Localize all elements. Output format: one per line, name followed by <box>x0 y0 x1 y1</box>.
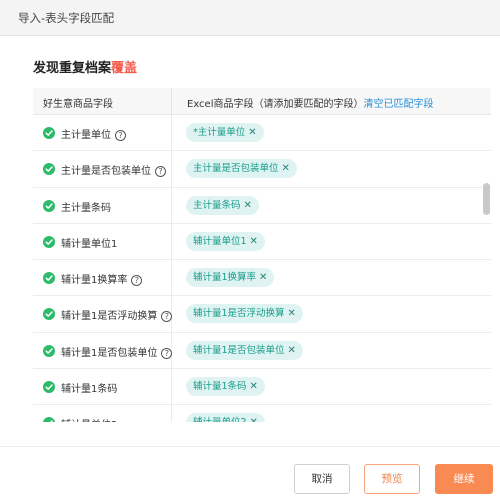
help-icon[interactable]: ? <box>115 130 126 141</box>
field-label: 主计量是否包装单位? <box>61 162 166 178</box>
table-row: 辅计量1是否浮动换算? 辅计量1是否浮动换算 ✕ <box>33 296 491 333</box>
matched-field-tag-text: 辅计量1是否包装单位 <box>193 344 285 356</box>
field-label-text: 辅计量1是否包装单位 <box>61 347 158 359</box>
header-right: Excel商品字段（请添加要匹配的字段）清空已匹配字段 <box>187 95 434 110</box>
matched-field-tag: 辅计量1换算率 ✕ <box>186 268 275 288</box>
heading-highlight: 覆盖 <box>111 61 138 76</box>
dialog-title: 导入-表头字段匹配 <box>18 11 115 25</box>
check-circle-icon <box>43 308 55 321</box>
check-circle-icon <box>43 381 55 394</box>
help-icon[interactable]: ? <box>155 166 166 178</box>
matched-field-tag-text: 辅计量1是否浮动换算 <box>193 308 285 320</box>
close-icon[interactable]: ✕ <box>288 345 296 356</box>
close-icon[interactable]: ✕ <box>250 417 258 422</box>
close-icon[interactable]: ✕ <box>250 236 258 247</box>
field-mapping-table: 好生意商品字段 Excel商品字段（请添加要匹配的字段）清空已匹配字段 主计量单… <box>33 88 491 422</box>
check-circle-icon <box>43 235 55 248</box>
matched-field-tag-text: 主计量是否包装单位 <box>193 163 279 175</box>
column-divider <box>171 223 172 260</box>
matched-field-tag-text: 辅计量单位1 <box>193 235 247 247</box>
field-label-text: 辅计量单位2 <box>61 420 117 422</box>
column-divider <box>171 151 172 187</box>
check-circle-icon <box>43 127 55 139</box>
field-label: 辅计量1是否包装单位? <box>61 344 173 359</box>
help-icon[interactable]: ? <box>161 347 173 359</box>
close-icon[interactable]: ✕ <box>248 127 256 138</box>
matched-field-tag-text: 主计量条码 <box>193 199 241 211</box>
column-divider <box>171 369 172 405</box>
matched-field-tag: 主计量是否包装单位 ✕ <box>186 159 297 179</box>
field-label-text: 主计量单位 <box>61 130 111 141</box>
field-label: 辅计量1条码 <box>61 380 117 395</box>
matched-field-tag: 辅计量单位1 ✕ <box>186 231 265 251</box>
column-divider <box>171 187 172 223</box>
check-circle-icon <box>43 163 55 176</box>
field-label: 辅计量单位2 <box>61 416 117 422</box>
field-label: 主计量条码 <box>61 199 111 214</box>
continue-button[interactable]: 继续 <box>435 464 493 494</box>
dialog-titlebar: 导入-表头字段匹配 <box>0 0 500 36</box>
preview-button[interactable]: 预览 <box>364 464 420 494</box>
header-divider <box>171 88 172 115</box>
check-circle-icon <box>43 272 55 285</box>
matched-field-tag: 辅计量单位2✕ <box>186 413 265 422</box>
cancel-button[interactable]: 取消 <box>294 464 350 494</box>
header-right-label: Excel商品字段（请添加要匹配的字段） <box>187 99 364 110</box>
field-label-text: 主计量条码 <box>61 202 111 214</box>
close-icon[interactable]: ✕ <box>244 200 252 211</box>
heading-text: 发现重复档案 <box>33 61 112 76</box>
close-icon[interactable]: ✕ <box>259 272 267 283</box>
close-icon[interactable]: ✕ <box>282 163 290 174</box>
matched-field-tag: 辅计量1是否包装单位 ✕ <box>186 340 303 360</box>
column-divider <box>171 405 172 422</box>
field-label-text: 辅计量单位1 <box>61 238 118 250</box>
clear-matched-link[interactable]: 清空已匹配字段 <box>364 99 434 110</box>
matched-field-tag-text: 辅计量单位2 <box>193 417 247 422</box>
field-label: 辅计量1换算率? <box>61 271 143 287</box>
field-label-text: 主计量是否包装单位 <box>61 166 151 178</box>
table-row: 辅计量单位2辅计量单位2✕ <box>33 405 491 422</box>
table-row: 主计量是否包装单位? 主计量是否包装单位 ✕ <box>33 151 491 188</box>
check-circle-icon <box>43 417 55 422</box>
check-circle-icon <box>43 344 55 357</box>
table-row: 主计量单位? *主计量单位 ✕ <box>33 115 491 152</box>
table-row: 辅计量1换算率? 辅计量1换算率 ✕ <box>33 260 491 297</box>
matched-field-tag: *主计量单位 ✕ <box>186 123 264 142</box>
matched-field-tag: 辅计量1是否浮动换算 ✕ <box>186 304 303 324</box>
matched-field-tag-text: 辅计量1换算率 <box>193 272 257 284</box>
check-circle-icon <box>43 199 55 212</box>
field-label: 辅计量1是否浮动换算? <box>61 307 173 323</box>
dialog-footer: 取消 预览 继续 <box>0 446 500 500</box>
header-left: 好生意商品字段 <box>43 99 113 110</box>
matched-field-tag-text: 辅计量1条码 <box>193 381 247 393</box>
field-label-text: 辅计量1条码 <box>61 384 118 396</box>
field-label: 辅计量单位1 <box>61 235 117 250</box>
table-row: 辅计量1是否包装单位? 辅计量1是否包装单位 ✕ <box>33 332 491 370</box>
field-label: 主计量单位? <box>61 126 126 141</box>
table-header: 好生意商品字段 Excel商品字段（请添加要匹配的字段）清空已匹配字段 <box>33 88 491 115</box>
matched-field-tag-text: *主计量单位 <box>193 127 246 138</box>
page-heading: 发现重复档案覆盖 <box>33 57 137 76</box>
table-row: 辅计量单位1 辅计量单位1 ✕ <box>33 223 491 261</box>
column-divider <box>171 115 172 151</box>
close-icon[interactable]: ✕ <box>250 381 258 392</box>
table-body: 主计量单位? *主计量单位 ✕ 主计量是否包装单位? 主计量是否包装单位 ✕ 主计量条码 主计… <box>33 115 491 422</box>
help-icon[interactable]: ? <box>131 275 143 287</box>
column-divider <box>171 260 172 296</box>
table-row: 辅计量1条码 辅计量1条码 ✕ <box>33 369 491 406</box>
field-label-text: 辅计量1换算率 <box>61 275 128 287</box>
field-label-text: 辅计量1是否浮动换算 <box>61 311 158 323</box>
table-row: 主计量条码 主计量条码 ✕ <box>33 187 491 224</box>
help-icon[interactable]: ? <box>161 311 173 323</box>
scrollbar-thumb[interactable] <box>483 183 490 215</box>
matched-field-tag: 辅计量1条码 ✕ <box>186 377 265 397</box>
matched-field-tag: 主计量条码 ✕ <box>186 195 259 215</box>
close-icon[interactable]: ✕ <box>288 308 296 319</box>
